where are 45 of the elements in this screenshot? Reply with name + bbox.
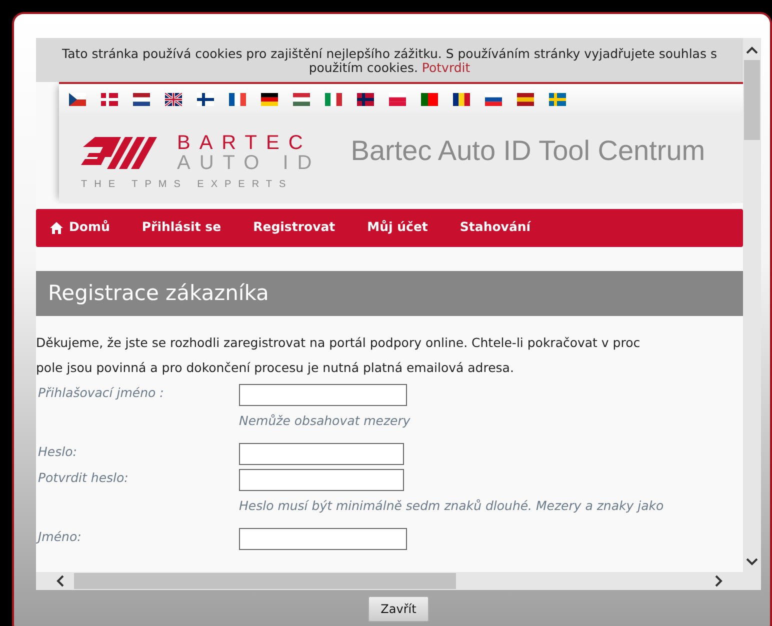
nav-link[interactable]: Domů xyxy=(50,218,110,238)
nav-link[interactable]: Stahování xyxy=(460,218,531,238)
nav-link[interactable]: Registrovat xyxy=(253,218,336,238)
field-label: Potvrdit heslo: xyxy=(37,468,130,487)
cookie-text: Tato stránka používá cookies pro zajištění nejlepšího zážitku. S používáním stránky vyjadřujete souhlas s použitím cookies. Potvrdit xyxy=(62,46,717,76)
input-field[interactable] xyxy=(239,442,404,465)
flag-icon[interactable] xyxy=(517,92,534,106)
scroll-down-icon[interactable] xyxy=(746,558,758,566)
page-heading: Registrace zákazníka xyxy=(36,270,743,316)
input-field[interactable] xyxy=(239,528,407,550)
flag-icon[interactable] xyxy=(485,92,502,106)
intro-text: pole jsou povinná a pro dokončení procesu je nutná platná emailová adresa. xyxy=(36,359,515,378)
scrollbar-thumb[interactable] xyxy=(74,573,456,589)
flag-icon[interactable] xyxy=(421,92,438,106)
scrollbar-thumb[interactable] xyxy=(744,60,760,140)
logo-brand: BARTEC xyxy=(177,132,313,153)
intro-text: Děkujeme, že jste se rozhodli zaregistrovat na portál podpory online. Chtele-li pokračovat v proc xyxy=(36,334,642,352)
field-hint: Heslo musí být minimálně sedm znaků dlouhé. Mezery a znaky jako xyxy=(238,496,665,515)
scroll-right-icon[interactable] xyxy=(715,575,723,587)
flag-icon[interactable] xyxy=(261,92,278,106)
accept-cookies-link[interactable]: Potvrdit xyxy=(422,60,470,76)
field-hint: Nemůže obsahovat mezery xyxy=(238,412,412,430)
nav-link[interactable]: Můj účet xyxy=(367,218,428,238)
scroll-left-icon[interactable] xyxy=(56,575,64,587)
flag-icon[interactable] xyxy=(229,92,246,106)
nav-link[interactable]: Přihlásit se xyxy=(142,218,222,238)
flag-icon[interactable] xyxy=(197,92,214,106)
flag-icon[interactable] xyxy=(453,92,470,106)
input-field[interactable] xyxy=(239,384,407,406)
horizontal-scrollbar[interactable] xyxy=(36,572,761,590)
site-title: Bartec Auto ID Tool Centrum xyxy=(350,134,706,168)
flag-icon[interactable] xyxy=(69,92,86,106)
logo-tagline: THE TPMS EXPERTS xyxy=(81,178,294,192)
home-icon xyxy=(50,222,63,234)
flag-icon[interactable] xyxy=(165,92,182,106)
input-field[interactable] xyxy=(239,468,404,491)
close-button[interactable]: Zavřít xyxy=(368,596,430,622)
logo-product: AUTO ID xyxy=(177,152,321,173)
field-label: Heslo: xyxy=(37,442,78,461)
field-label: Jméno: xyxy=(36,528,82,546)
field-label: Přihlašovací jméno : xyxy=(37,384,165,402)
vertical-scrollbar[interactable] xyxy=(743,38,761,572)
flag-icon[interactable] xyxy=(133,92,150,106)
scroll-up-icon[interactable] xyxy=(746,46,758,54)
flag-icon[interactable] xyxy=(357,92,374,106)
